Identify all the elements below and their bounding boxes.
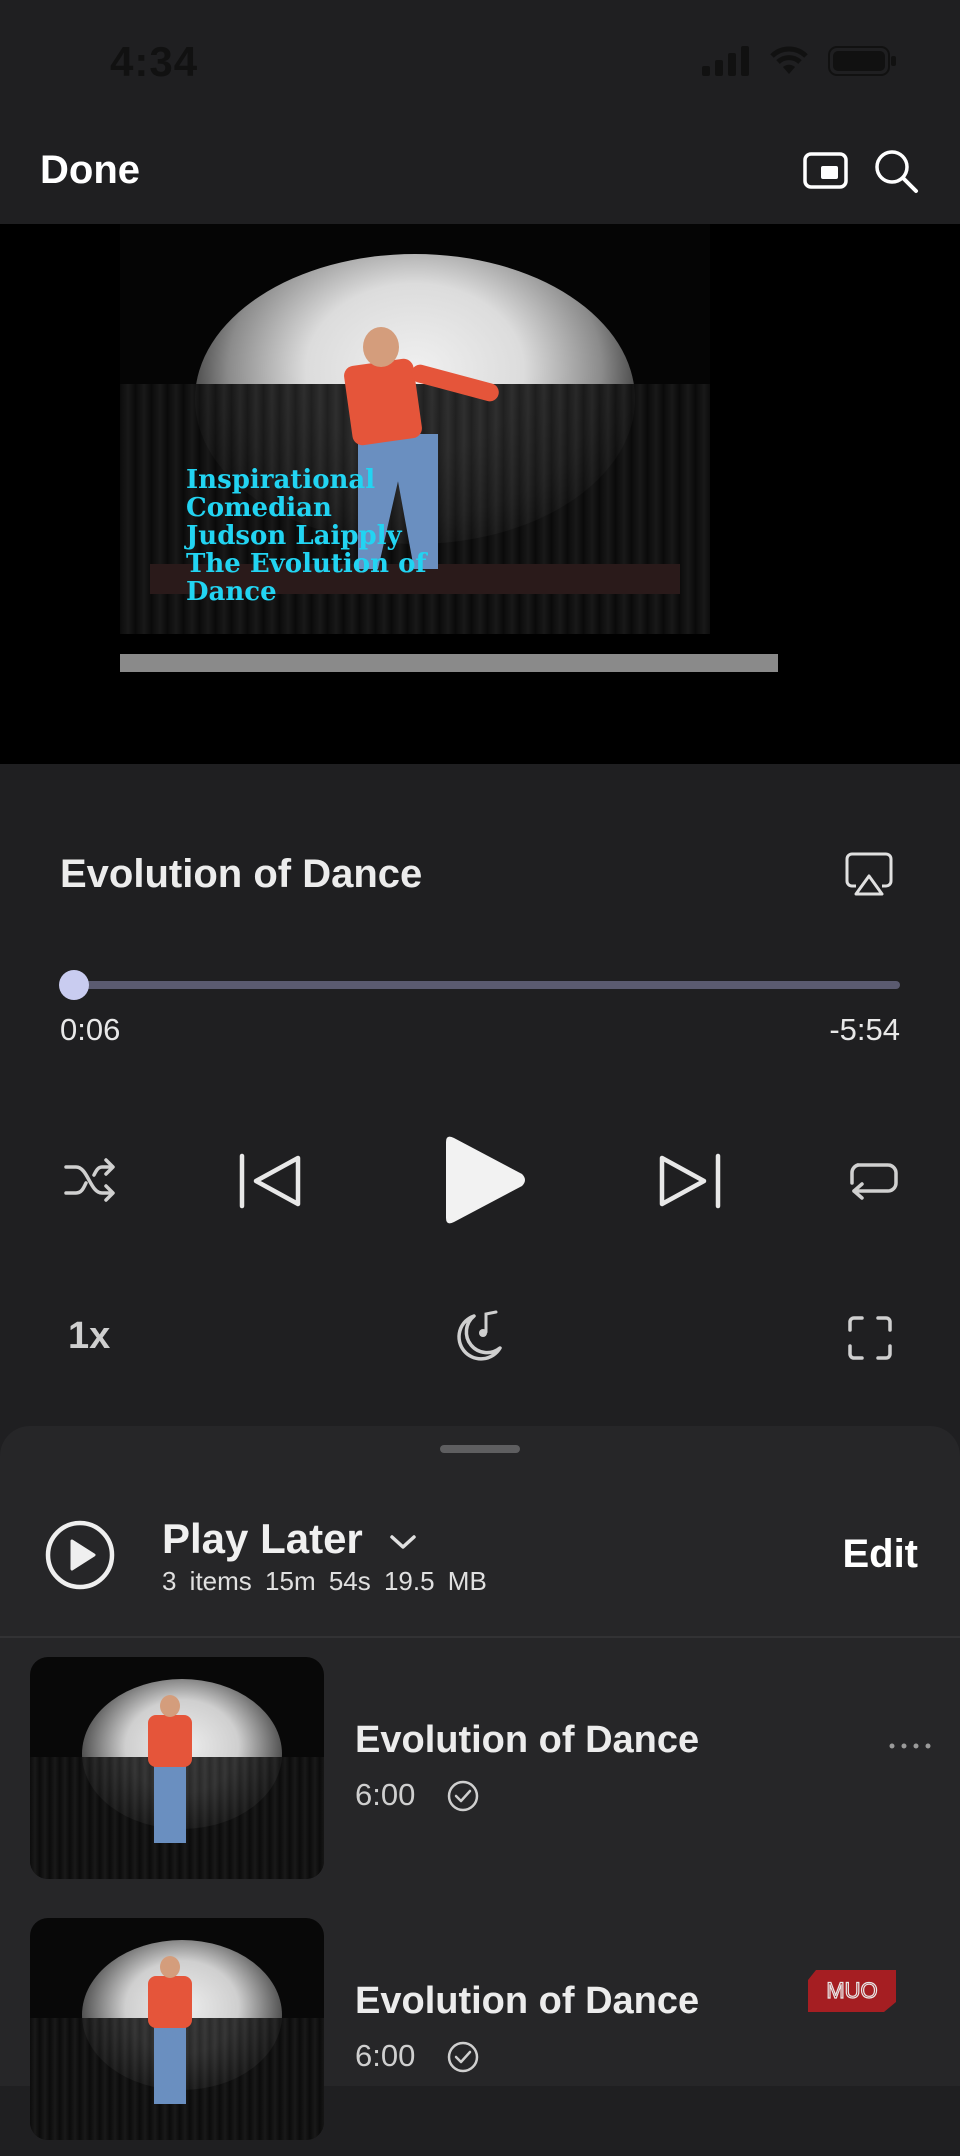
thumbnail-dancer-head xyxy=(160,1695,180,1717)
watermark-logo: MUO xyxy=(808,1970,896,2012)
thumbnail-dancer-shirt xyxy=(148,1715,192,1767)
checkmark-circle-icon xyxy=(447,1780,479,1812)
shuffle-icon[interactable] xyxy=(62,1155,118,1205)
done-button[interactable]: Done xyxy=(40,148,140,193)
previous-icon[interactable] xyxy=(236,1150,304,1212)
playlist-title-text: Play Later xyxy=(162,1515,363,1562)
more-icon[interactable] xyxy=(888,1740,932,1752)
remaining-time: -5:54 xyxy=(829,1012,900,1047)
elapsed-time: 0:06 xyxy=(60,1012,121,1047)
search-icon[interactable] xyxy=(870,145,922,197)
battery-icon xyxy=(828,46,896,76)
svg-text:MUO: MUO xyxy=(826,1978,877,2003)
playback-speed-button[interactable]: 1x xyxy=(68,1315,110,1358)
item-title: Evolution of Dance xyxy=(355,1980,700,2022)
divider xyxy=(0,1636,960,1638)
video-frame: Inspirational Comedian Judson Laipply Th… xyxy=(120,224,710,634)
item-title: Evolution of Dance xyxy=(355,1719,700,1761)
next-icon[interactable] xyxy=(656,1150,724,1212)
thumbnail-dancer xyxy=(154,2024,186,2104)
video-player[interactable]: Inspirational Comedian Judson Laipply Th… xyxy=(0,224,960,764)
list-item[interactable]: Evolution of Dance 6:00 xyxy=(0,1655,960,1895)
item-duration: 6:00 xyxy=(355,1777,416,1812)
video-thumbnail xyxy=(30,1657,324,1879)
checkmark-circle-icon xyxy=(447,2041,479,2073)
pip-icon[interactable] xyxy=(800,145,852,197)
wifi-icon xyxy=(770,46,808,74)
sheet-grabber[interactable] xyxy=(440,1445,520,1453)
item-duration: 6:00 xyxy=(355,2038,416,2073)
edit-button[interactable]: Edit xyxy=(842,1532,918,1577)
repeat-icon[interactable] xyxy=(844,1155,900,1205)
progress-thumb[interactable] xyxy=(59,970,90,1000)
status-icons xyxy=(702,46,898,76)
dancer-head xyxy=(363,327,399,367)
video-caption: Inspirational Comedian Judson Laipply Th… xyxy=(186,465,427,607)
playlist-title[interactable]: Play Later xyxy=(162,1515,418,1563)
thumbnail-dancer xyxy=(154,1763,186,1843)
airplay-icon[interactable] xyxy=(844,850,894,900)
list-item[interactable]: Evolution of Dance 6:00 xyxy=(0,1916,960,2156)
now-playing-title: Evolution of Dance xyxy=(60,852,423,896)
thumbnail-dancer-head xyxy=(160,1956,180,1978)
thumbnail-dancer-shirt xyxy=(148,1976,192,2028)
status-time: 4:34 xyxy=(110,38,199,85)
signal-icon xyxy=(702,46,749,76)
chevron-down-icon xyxy=(390,1535,417,1549)
fullscreen-icon[interactable] xyxy=(846,1314,894,1362)
progress-track[interactable] xyxy=(60,981,900,989)
play-icon[interactable] xyxy=(436,1132,530,1228)
video-letterbox-bar xyxy=(120,654,778,672)
playlist-meta: 3 items 15m 54s 19.5 MB xyxy=(162,1566,487,1596)
sleep-timer-icon[interactable] xyxy=(452,1306,508,1366)
video-thumbnail xyxy=(30,1918,324,2140)
play-circle-icon[interactable] xyxy=(44,1519,116,1591)
